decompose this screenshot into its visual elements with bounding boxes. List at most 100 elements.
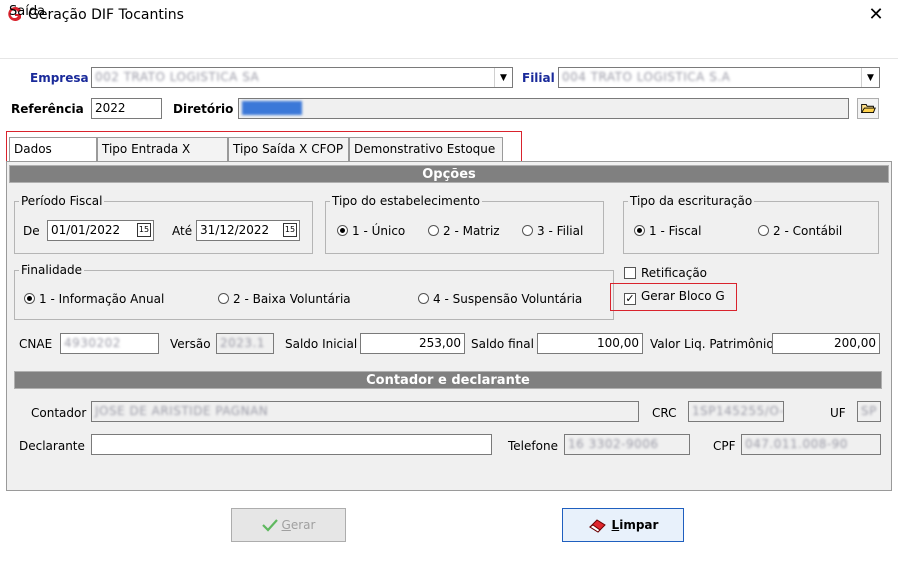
diretorio-value: C:\Temp bbox=[242, 101, 303, 115]
calendar-icon[interactable]: 15 bbox=[283, 223, 297, 237]
gerar-label: erar bbox=[290, 518, 316, 532]
telefone-input[interactable]: 16 3302-9006 bbox=[564, 434, 690, 455]
tab-tipo-saida-cfop[interactable]: Tipo Saída X CFOP bbox=[228, 137, 349, 161]
telefone-label: Telefone bbox=[508, 439, 558, 453]
folder-open-icon[interactable] bbox=[857, 98, 879, 119]
cpf-input[interactable]: 047.011.008-90 bbox=[741, 434, 881, 455]
tipo-estabelecimento-legend: Tipo do estabelecimento bbox=[332, 194, 480, 208]
data-fim-value: 31/12/2022 bbox=[200, 223, 270, 237]
filial-label: Filial bbox=[522, 71, 555, 85]
crc-input[interactable]: 1SP145255/O-5 bbox=[688, 401, 784, 422]
radio-finalidade-anual[interactable]: 1 - Informação Anual bbox=[24, 292, 164, 306]
periodo-fiscal-legend: Período Fiscal bbox=[21, 194, 103, 208]
empresa-label: Empresa bbox=[30, 71, 89, 85]
referencia-input[interactable]: 2022 bbox=[91, 98, 162, 119]
referencia-label: Referência bbox=[11, 102, 84, 116]
radio-label: 1 - Informação Anual bbox=[39, 292, 165, 306]
crc-value: 1SP145255/O-5 bbox=[692, 404, 784, 418]
cnae-value: 4930202 bbox=[64, 336, 121, 350]
radio-button[interactable] bbox=[428, 225, 439, 236]
radio-estab-matriz[interactable]: 2 - Matriz bbox=[428, 224, 500, 238]
finalidade-legend: Finalidade bbox=[21, 263, 82, 277]
limpar-button[interactable]: Limpar bbox=[562, 508, 684, 542]
data-inicio-value: 01/01/2022 bbox=[51, 223, 121, 237]
data-inicio-input[interactable]: 01/01/2022 15 bbox=[47, 220, 154, 241]
versao-value: 2023.1 bbox=[220, 336, 265, 350]
chevron-down-icon[interactable]: ▼ bbox=[494, 68, 512, 87]
ate-label: Até bbox=[172, 224, 193, 238]
uf-value: SP bbox=[861, 404, 877, 418]
radio-label: 1 - Fiscal bbox=[649, 224, 702, 238]
window-title: Geração DIF Tocantins bbox=[28, 7, 184, 23]
radio-button[interactable] bbox=[758, 225, 769, 236]
cnae-label: CNAE bbox=[19, 337, 53, 351]
menu-bar bbox=[0, 30, 898, 54]
empresa-value: 002 TRATO LOGISTICA SA bbox=[95, 70, 260, 84]
diretorio-input[interactable]: C:\Temp bbox=[238, 98, 849, 119]
valor-liq-input[interactable]: 200,00 bbox=[772, 333, 880, 354]
cpf-label: CPF bbox=[713, 439, 736, 453]
radio-estab-filial[interactable]: 3 - Filial bbox=[522, 224, 583, 238]
radio-escrit-contabil[interactable]: 2 - Contábil bbox=[758, 224, 842, 238]
checkbox-label: Retificação bbox=[641, 266, 708, 280]
tab-demonstrativo-estoque[interactable]: Demonstrativo Estoque bbox=[349, 137, 503, 161]
eraser-icon bbox=[588, 519, 606, 533]
gerar-bloco-g-checkbox[interactable]: ✓ Gerar Bloco G bbox=[624, 289, 725, 305]
empresa-combobox[interactable]: 002 TRATO LOGISTICA SA ▼ bbox=[91, 67, 513, 88]
contador-value: JOSE DE ARISTIDE PAGNAN bbox=[95, 404, 269, 418]
declarante-input[interactable] bbox=[91, 434, 492, 455]
radio-label: 2 - Contábil bbox=[773, 224, 843, 238]
chevron-down-icon[interactable]: ▼ bbox=[861, 68, 879, 87]
filial-value: 004 TRATO LOGISTICA S.A bbox=[562, 70, 731, 84]
saldo-final-label: Saldo final bbox=[471, 337, 534, 351]
radio-button[interactable] bbox=[634, 225, 645, 236]
contador-label: Contador bbox=[31, 406, 87, 420]
data-fim-input[interactable]: 31/12/2022 15 bbox=[196, 220, 300, 241]
filial-combobox[interactable]: 004 TRATO LOGISTICA S.A ▼ bbox=[558, 67, 880, 88]
radio-label: 1 - Único bbox=[352, 224, 406, 238]
gerar-mnemonic: G bbox=[281, 518, 291, 532]
radio-button[interactable] bbox=[522, 225, 533, 236]
radio-finalidade-baixa[interactable]: 2 - Baixa Voluntária bbox=[218, 292, 351, 306]
checkbox[interactable] bbox=[624, 267, 636, 279]
versao-label: Versão bbox=[170, 337, 211, 351]
checkbox-label: Gerar Bloco G bbox=[641, 289, 725, 303]
close-button[interactable]: ✕ bbox=[862, 2, 890, 28]
radio-button[interactable] bbox=[24, 293, 35, 304]
contador-input[interactable]: JOSE DE ARISTIDE PAGNAN bbox=[91, 401, 639, 422]
cpf-value: 047.011.008-90 bbox=[745, 437, 848, 451]
telefone-value: 16 3302-9006 bbox=[568, 437, 659, 451]
versao-input[interactable]: 2023.1 bbox=[216, 333, 274, 354]
radio-label: 2 - Matriz bbox=[443, 224, 500, 238]
tipo-escrituracao-legend: Tipo da escrituração bbox=[630, 194, 753, 208]
radio-escrit-fiscal[interactable]: 1 - Fiscal bbox=[634, 224, 702, 238]
declarante-label: Declarante bbox=[19, 439, 85, 453]
radio-button[interactable] bbox=[337, 225, 348, 236]
contador-section-title: Contador e declarante bbox=[14, 371, 882, 389]
radio-button[interactable] bbox=[218, 293, 229, 304]
radio-label: 4 - Suspensão Voluntária bbox=[433, 292, 583, 306]
radio-label: 2 - Baixa Voluntária bbox=[233, 292, 351, 306]
radio-label: 3 - Filial bbox=[537, 224, 584, 238]
radio-estab-unico[interactable]: 1 - Único bbox=[337, 224, 405, 238]
retificacao-checkbox[interactable]: Retificação bbox=[624, 266, 707, 280]
saldo-inicial-label: Saldo Inicial bbox=[285, 337, 358, 351]
gerar-button[interactable]: Gerar bbox=[231, 508, 346, 542]
tab-dados-gerais[interactable]: Dados Gerais bbox=[9, 137, 97, 178]
saldo-final-input[interactable]: 100,00 bbox=[537, 333, 643, 354]
radio-finalidade-suspensao[interactable]: 4 - Suspensão Voluntária bbox=[418, 292, 582, 306]
checkmark-icon[interactable]: ✓ bbox=[624, 293, 636, 305]
saldo-inicial-input[interactable]: 253,00 bbox=[360, 333, 465, 354]
valor-liq-label: Valor Liq. Patrimônio bbox=[650, 337, 774, 351]
menu-item-saida[interactable]: Saída bbox=[9, 4, 45, 19]
uf-input[interactable]: SP bbox=[857, 401, 881, 422]
radio-button[interactable] bbox=[418, 293, 429, 304]
tab-tipo-entrada-cfop[interactable]: Tipo Entrada X CFOP bbox=[97, 137, 228, 178]
crc-label: CRC bbox=[652, 406, 677, 420]
calendar-icon[interactable]: 15 bbox=[137, 223, 151, 237]
menu-separator bbox=[0, 58, 898, 59]
checkmark-icon bbox=[261, 519, 278, 532]
opcoes-section-title: Opções bbox=[9, 165, 889, 183]
uf-label: UF bbox=[830, 406, 846, 420]
cnae-input[interactable]: 4930202 bbox=[60, 333, 159, 354]
